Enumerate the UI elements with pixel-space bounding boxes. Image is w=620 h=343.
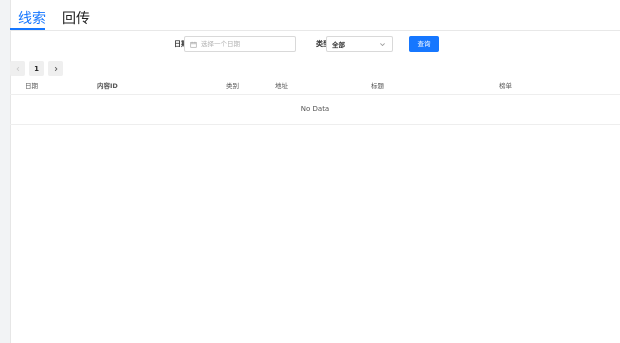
date-picker[interactable]: [184, 36, 296, 52]
page-number-button[interactable]: 1: [29, 61, 44, 76]
column-header-address: 地址: [275, 82, 288, 90]
pagination: 1: [10, 61, 63, 76]
query-button[interactable]: 查询: [409, 36, 439, 52]
column-header-date: 日期: [25, 82, 38, 90]
empty-state-text: No Data: [10, 95, 620, 125]
type-select-value: 全部: [332, 41, 345, 49]
next-page-button[interactable]: [48, 61, 63, 76]
column-header-ranking: 榜单: [499, 82, 512, 90]
filter-bar: 日期 类型 全部 查询: [0, 36, 620, 52]
column-header-title: 标题: [371, 82, 384, 90]
type-select[interactable]: 全部: [326, 36, 393, 52]
calendar-icon: [190, 41, 197, 48]
table-header: 日期 内容ID 类别 地址 标题 榜单: [10, 79, 620, 95]
date-input[interactable]: [201, 40, 281, 48]
prev-page-button[interactable]: [10, 61, 25, 76]
tab-bar: 线索 回传: [10, 8, 98, 30]
chevron-down-icon: [380, 42, 385, 46]
column-header-category: 类别: [226, 82, 239, 90]
column-header-content-id: 内容ID: [97, 82, 118, 90]
chevron-left-icon: [16, 66, 19, 71]
tab-leads[interactable]: 线索: [10, 8, 54, 30]
chevron-right-icon: [54, 66, 57, 71]
tab-callback[interactable]: 回传: [54, 8, 98, 30]
tab-divider: [10, 30, 620, 31]
